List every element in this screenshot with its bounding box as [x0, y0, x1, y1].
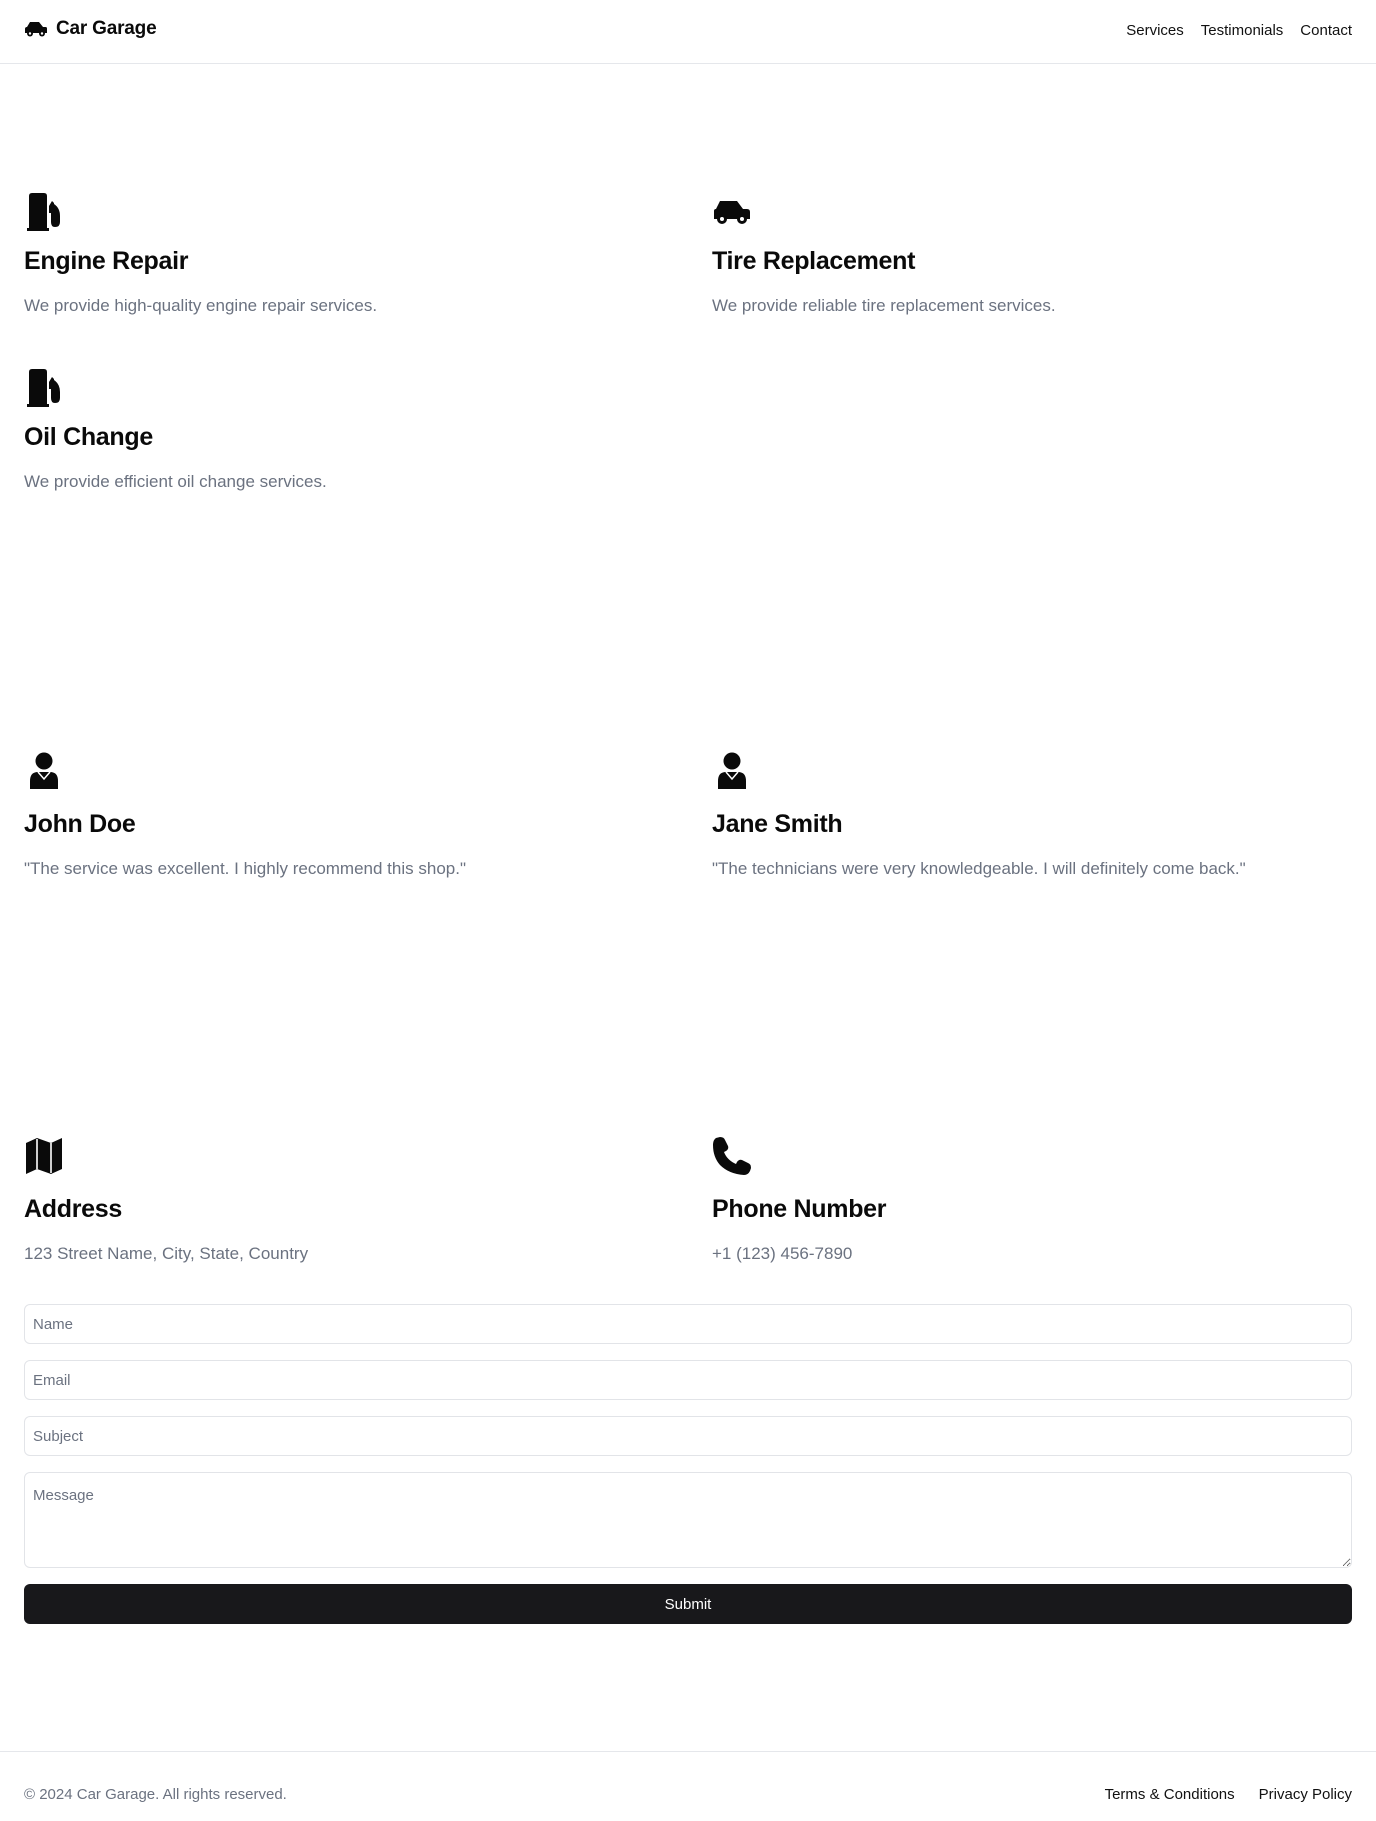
contact-address-value: 123 Street Name, City, State, Country — [24, 1244, 309, 1263]
service-card-tire-replacement: Tire Replacement We provide reliable tir… — [712, 192, 1352, 315]
footer-links: Terms & Conditions Privacy Policy — [1105, 1786, 1352, 1803]
fuel-pump-icon — [27, 193, 60, 231]
contact-card-phone: Phone Number +1 (123) 456-7890 — [712, 1136, 1352, 1263]
nav-link-testimonials[interactable]: Testimonials — [1201, 22, 1284, 39]
testimonial-quote: "The technicians were very knowledgeable… — [712, 859, 1246, 878]
contact-card-address: Address 123 Street Name, City, State, Co… — [24, 1136, 664, 1263]
footer-link-privacy[interactable]: Privacy Policy — [1259, 1786, 1352, 1803]
main-nav: Services Testimonials Contact — [1126, 22, 1352, 39]
page: Car Garage Services Testimonials Contact… — [0, 0, 1376, 1821]
contact-phone-value: +1 (123) 456-7890 — [712, 1244, 853, 1263]
name-input[interactable] — [24, 1304, 1352, 1344]
subject-input[interactable] — [24, 1416, 1352, 1456]
service-card-engine-repair: Engine Repair We provide high-quality en… — [24, 192, 664, 315]
service-title: Tire Replacement — [712, 247, 916, 275]
footer-link-terms[interactable]: Terms & Conditions — [1105, 1786, 1235, 1803]
fuel-pump-icon — [27, 369, 60, 407]
testimonial-name: John Doe — [24, 810, 136, 838]
phone-icon — [713, 1137, 751, 1175]
user-icon — [718, 752, 746, 789]
car-icon — [714, 201, 750, 224]
brand-name: Car Garage — [56, 18, 157, 39]
message-textarea[interactable] — [24, 1472, 1352, 1568]
testimonial-quote: "The service was excellent. I highly rec… — [24, 859, 466, 878]
service-description: We provide high-quality engine repair se… — [24, 296, 378, 315]
site-header: Car Garage Services Testimonials Contact — [0, 0, 1376, 64]
submit-button[interactable]: Submit — [24, 1584, 1352, 1624]
nav-link-contact[interactable]: Contact — [1300, 22, 1352, 39]
contact-title: Phone Number — [712, 1195, 887, 1223]
nav-link-services[interactable]: Services — [1126, 22, 1184, 39]
testimonial-name: Jane Smith — [712, 810, 843, 838]
site-footer: © 2024 Car Garage. All rights reserved. … — [0, 1751, 1376, 1821]
copyright-text: © 2024 Car Garage. All rights reserved. — [24, 1786, 287, 1803]
contact-title: Address — [24, 1195, 122, 1223]
service-description: We provide efficient oil change services… — [24, 472, 327, 491]
email-input[interactable] — [24, 1360, 1352, 1400]
service-card-oil-change: Oil Change We provide efficient oil chan… — [24, 368, 664, 491]
map-icon — [26, 1138, 62, 1174]
service-description: We provide reliable tire replacement ser… — [712, 296, 1056, 315]
user-icon — [30, 752, 58, 789]
brand[interactable]: Car Garage — [24, 18, 157, 40]
service-title: Engine Repair — [24, 247, 189, 275]
testimonial-card-jane-smith: Jane Smith "The technicians were very kn… — [712, 751, 1352, 878]
testimonial-card-john-doe: John Doe "The service was excellent. I h… — [24, 751, 664, 878]
service-title: Oil Change — [24, 423, 153, 451]
car-icon — [25, 22, 47, 37]
